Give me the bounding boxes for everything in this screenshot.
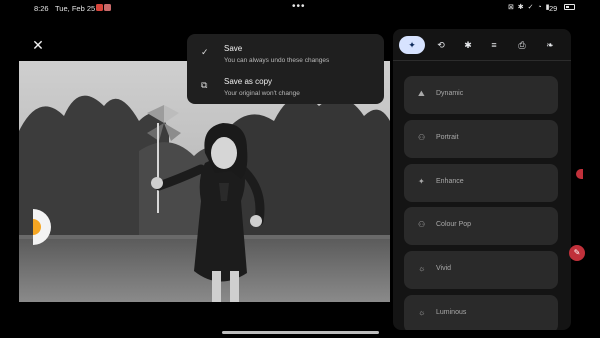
status-bar: 8:26 Tue, Feb 25 ••• ⊠ ✱ ✓ ◔ ▮ 29 [0, 0, 600, 16]
sun-icon: ☼ [418, 264, 426, 273]
suggestion-vivid[interactable]: ☼ Vivid [404, 251, 558, 289]
status-date: Tue, Feb 25 [55, 4, 96, 13]
person-icon: ⚇ [418, 133, 426, 142]
save-menu: ✓ Save You can always undo these changes… [187, 34, 384, 104]
save-option-title: Save [224, 44, 243, 53]
notification-icon [104, 4, 111, 11]
status-time: 8:26 [34, 4, 49, 13]
battery-level: 29 [549, 4, 558, 13]
tab-crop[interactable]: ⟲ [429, 36, 453, 54]
more-dots-icon[interactable]: ••• [292, 1, 306, 12]
tab-filters[interactable]: ❧ [538, 36, 562, 54]
side-handle[interactable] [576, 169, 583, 179]
suggestion-label: Enhance [436, 178, 464, 185]
status-icons: ⊠ ✱ ✓ ◔ ▮ [508, 4, 551, 11]
sparkle-icon: ✦ [418, 177, 425, 186]
close-button[interactable]: ✕ [30, 37, 46, 53]
suggestion-label: Portrait [436, 134, 459, 141]
home-indicator[interactable] [222, 331, 379, 334]
suggestion-portrait[interactable]: ⚇ Portrait [404, 120, 558, 158]
person-icon: ⚇ [418, 220, 426, 229]
copy-icon: ⧉ [201, 80, 208, 90]
suggestion-label: Dynamic [436, 90, 464, 97]
sun-icon: ☼ [418, 308, 426, 317]
save-option[interactable]: ✓ Save You can always undo these changes [187, 40, 384, 72]
pen-icon[interactable]: ✎ [569, 245, 585, 261]
edit-panel: ✦ ⟲ ✱ ≡ ⎙ ❧ ⛰ Dynamic ⚇ Portrait ✦ Enhan… [393, 29, 571, 330]
save-as-copy-subtitle: Your original won't change [224, 90, 300, 97]
suggestion-dynamic[interactable]: ⛰ Dynamic [404, 76, 558, 114]
battery-icon [564, 4, 575, 10]
save-as-copy-title: Save as copy [224, 77, 273, 86]
suggestion-label: Colour Pop [436, 221, 472, 228]
landscape-icon: ⛰ [418, 89, 425, 98]
suggestion-label: Luminous [436, 309, 467, 316]
tool-tabs: ✦ ⟲ ✱ ≡ ⎙ ❧ [393, 29, 571, 61]
tab-markup[interactable]: ⎙ [510, 36, 534, 54]
notification-icon [96, 4, 103, 11]
suggestion-colour-pop[interactable]: ⚇ Colour Pop [404, 207, 558, 245]
check-icon: ✓ [201, 47, 209, 57]
save-as-copy-option[interactable]: ⧉ Save as copy Your original won't chang… [187, 73, 384, 105]
suggestion-enhance[interactable]: ✦ Enhance [404, 164, 558, 202]
suggestion-luminous[interactable]: ☼ Luminous [404, 295, 558, 330]
suggestion-label: Vivid [436, 265, 452, 272]
save-option-subtitle: You can always undo these changes [224, 57, 330, 64]
tab-suggestions[interactable]: ✦ [399, 36, 425, 54]
tab-tools[interactable]: ✱ [456, 36, 480, 54]
tab-adjust[interactable]: ≡ [482, 36, 506, 54]
